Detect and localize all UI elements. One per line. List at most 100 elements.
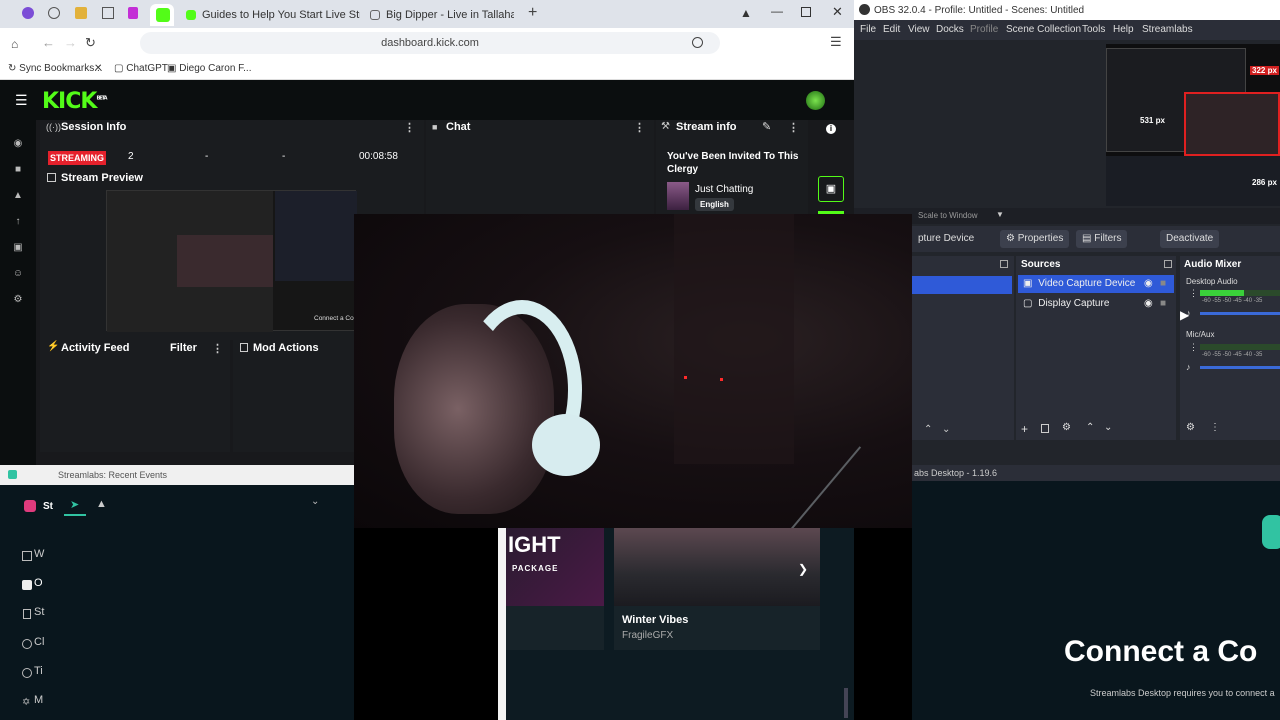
store-icon[interactable] bbox=[23, 609, 31, 619]
browser-menu-icon[interactable] bbox=[22, 7, 34, 19]
focus-icon[interactable]: ▣ bbox=[12, 242, 24, 254]
upload-icon[interactable]: ↑ bbox=[12, 216, 24, 228]
send-icon[interactable]: ➤ bbox=[70, 498, 79, 511]
float-dock-icon[interactable] bbox=[1000, 260, 1008, 268]
more-options-icon[interactable]: ⋮ bbox=[212, 342, 223, 355]
reload-icon[interactable]: ↻ bbox=[85, 35, 96, 51]
chevron-down-icon[interactable]: ⌄ bbox=[942, 424, 950, 435]
minimize-button[interactable]: — bbox=[771, 4, 783, 18]
share-icon[interactable] bbox=[692, 37, 703, 48]
tab-big-dipper[interactable]: Big Dipper - Live in Tallahassee, 1! bbox=[364, 4, 514, 26]
broadcast-icon[interactable]: ◉ bbox=[12, 138, 24, 150]
nav-item[interactable]: M bbox=[34, 694, 43, 706]
chevron-down-icon[interactable]: ▼ bbox=[996, 210, 1004, 219]
trash-icon[interactable] bbox=[1041, 424, 1049, 433]
deactivate-button[interactable]: Deactivate bbox=[1160, 230, 1220, 248]
stream-category[interactable]: Just Chatting bbox=[695, 184, 753, 195]
forward-icon[interactable]: → bbox=[64, 35, 77, 50]
themes-icon[interactable] bbox=[22, 580, 32, 590]
new-tab-button[interactable]: + bbox=[528, 4, 537, 22]
theme-card-winter-vibes[interactable]: ❯ Winter Vibes FragileGFX bbox=[614, 528, 820, 650]
user-avatar[interactable] bbox=[806, 91, 825, 110]
scene-item-selected[interactable] bbox=[912, 276, 1012, 294]
filters-button[interactable]: ▤ Filters bbox=[1076, 230, 1128, 248]
globe-icon[interactable] bbox=[48, 7, 60, 19]
more-options-icon[interactable]: ⋮ bbox=[1210, 422, 1220, 433]
menu-edit[interactable]: Edit bbox=[883, 24, 900, 35]
menu-tools[interactable]: Tools bbox=[1082, 24, 1105, 35]
back-icon[interactable]: ← bbox=[42, 35, 55, 50]
more-options-icon[interactable]: ⋮ bbox=[788, 121, 799, 134]
chevron-right-icon[interactable]: ❯ bbox=[798, 562, 808, 576]
volume-slider[interactable] bbox=[1200, 366, 1280, 369]
more-icon[interactable]: ✡ bbox=[22, 697, 30, 708]
eye-icon[interactable]: ◉ bbox=[1144, 295, 1153, 313]
source-item-display-capture[interactable]: ▢ Display Capture ◉ ■ bbox=[1018, 295, 1174, 313]
close-button[interactable]: ✕ bbox=[832, 4, 843, 20]
kick-logo[interactable]: KICKBETA bbox=[42, 89, 108, 114]
editor-icon[interactable] bbox=[22, 551, 32, 561]
trophy-icon[interactable]: ▲ bbox=[12, 190, 24, 202]
close-icon[interactable]: ✕ bbox=[94, 63, 102, 74]
tab-kick-guides[interactable]: Guides to Help You Start Live Stre bbox=[180, 4, 360, 26]
home-icon[interactable]: ⌂ bbox=[11, 37, 18, 51]
menu-view[interactable]: View bbox=[908, 24, 930, 35]
add-icon[interactable]: + bbox=[1021, 422, 1028, 436]
speaker-icon[interactable]: ♪ bbox=[1186, 362, 1191, 372]
menu-profile[interactable]: Profile bbox=[970, 24, 998, 35]
info-icon[interactable]: i bbox=[826, 124, 836, 134]
profile-icon[interactable] bbox=[24, 500, 36, 512]
clips-icon[interactable] bbox=[22, 639, 32, 649]
maximize-button[interactable] bbox=[801, 7, 811, 17]
twitch-icon[interactable] bbox=[128, 7, 138, 19]
focus-mode-button[interactable]: ▣ bbox=[818, 176, 844, 202]
tab-kick-active[interactable] bbox=[150, 4, 174, 26]
bookmark-diego[interactable]: ▣ Diego Caron F... bbox=[167, 63, 252, 74]
menu-streamlabs[interactable]: Streamlabs bbox=[1142, 24, 1193, 35]
more-options-icon[interactable]: ⋮ bbox=[404, 121, 415, 134]
calendar-icon[interactable] bbox=[102, 7, 114, 19]
settings-icon[interactable]: ⚙ bbox=[1186, 422, 1195, 433]
flame-icon[interactable]: ▲ bbox=[740, 6, 752, 20]
nav-item[interactable]: St bbox=[34, 606, 44, 618]
scale-dropdown[interactable]: Scale to Window bbox=[918, 211, 978, 220]
chevron-down-icon[interactable]: ⌄ bbox=[311, 496, 319, 507]
obs-program-preview[interactable]: 322 px 531 px 286 px bbox=[1106, 44, 1280, 206]
gear-icon[interactable]: ⚙ bbox=[1062, 422, 1071, 433]
nav-item[interactable]: Ti bbox=[34, 665, 43, 677]
layout-icon[interactable]: ■ bbox=[12, 164, 24, 176]
chevron-down-icon[interactable]: ⌄ bbox=[1104, 422, 1112, 433]
nav-item[interactable]: W bbox=[34, 548, 44, 560]
lock-icon[interactable]: ■ bbox=[1160, 275, 1166, 293]
chevron-up-icon[interactable]: ⌃ bbox=[1086, 422, 1094, 433]
extension-icon[interactable] bbox=[75, 7, 87, 19]
url-field[interactable]: dashboard.kick.com bbox=[140, 32, 720, 54]
menu-help[interactable]: Help bbox=[1113, 24, 1134, 35]
bookmark-sync[interactable]: ↻ Sync Bookmarks... bbox=[8, 63, 103, 74]
menu-docks[interactable]: Docks bbox=[936, 24, 964, 35]
source-item-video-capture[interactable]: ▣ Video Capture Device ◉ ■ bbox=[1018, 275, 1174, 293]
eye-icon[interactable]: ◉ bbox=[1144, 275, 1153, 293]
volume-slider[interactable] bbox=[1200, 312, 1280, 315]
megaphone-icon[interactable]: ▲ bbox=[96, 498, 107, 510]
menu-icon[interactable]: ☰ bbox=[830, 34, 842, 50]
menu-scene-collection[interactable]: Scene Collection bbox=[1006, 24, 1081, 35]
hamburger-icon[interactable]: ☰ bbox=[15, 92, 28, 109]
float-dock-icon[interactable] bbox=[1164, 260, 1172, 268]
channel-menu-icon[interactable]: ⋮ bbox=[1189, 342, 1198, 353]
users-icon[interactable]: ☺ bbox=[12, 268, 24, 280]
menu-file[interactable]: File bbox=[860, 24, 876, 35]
bookmark-chatgpt[interactable]: ▢ ChatGPT bbox=[114, 63, 168, 74]
channel-menu-icon[interactable]: ⋮ bbox=[1189, 288, 1198, 299]
chevron-up-icon[interactable]: ⌃ bbox=[924, 424, 932, 435]
tips-icon[interactable] bbox=[22, 668, 32, 678]
nav-item[interactable]: Cl bbox=[34, 636, 44, 648]
theme-card[interactable]: IGHT PACKAGE bbox=[506, 528, 604, 650]
nav-item-active[interactable]: O bbox=[34, 577, 43, 589]
properties-button[interactable]: ⚙ Properties bbox=[1000, 230, 1070, 248]
filter-button[interactable]: Filter bbox=[170, 342, 197, 354]
more-options-icon[interactable]: ⋮ bbox=[634, 121, 645, 134]
edit-icon[interactable]: ✎ bbox=[762, 120, 771, 133]
settings-icon[interactable]: ⚙ bbox=[12, 294, 24, 306]
stream-preview-video[interactable]: Connect a Co bbox=[106, 190, 357, 332]
